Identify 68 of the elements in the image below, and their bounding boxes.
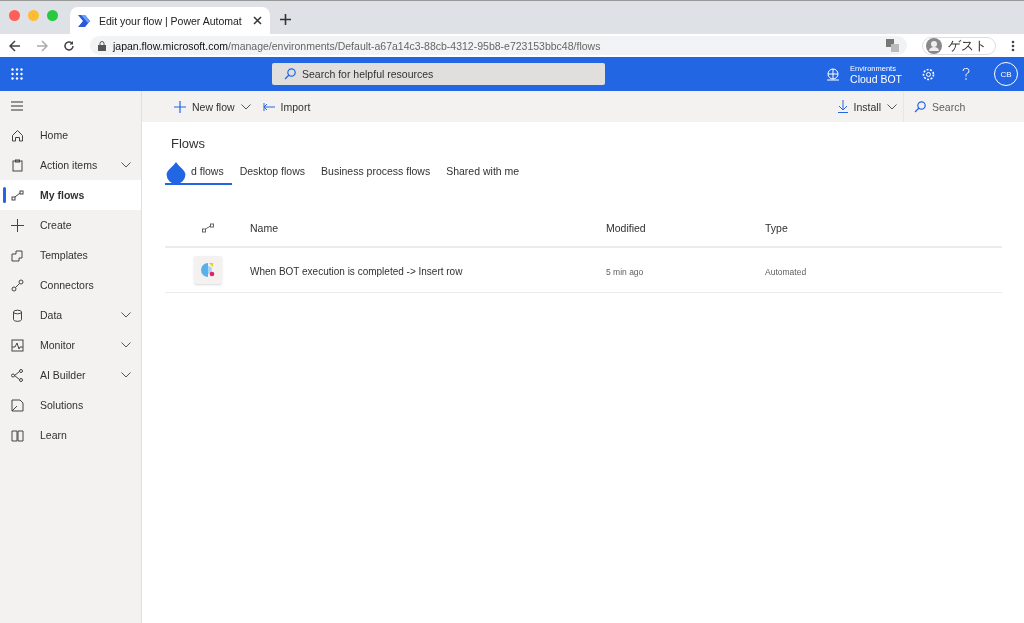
chevron-down-icon [121, 372, 131, 378]
browser-tab[interactable]: Edit your flow | Power Automat [70, 7, 270, 34]
data-icon [11, 308, 24, 322]
flow-icon [201, 223, 214, 233]
forward-icon[interactable] [36, 39, 48, 52]
monitor-icon [11, 338, 24, 352]
chevron-down-icon [121, 312, 131, 318]
tab[interactable]: d flows [165, 161, 232, 185]
sidebar-item[interactable]: Create [0, 210, 141, 240]
chevron-down-icon [887, 103, 897, 110]
sidebar-item[interactable]: Action items [0, 150, 141, 180]
table-cell: Automated [765, 267, 807, 277]
flow-icon [11, 188, 24, 202]
chevron-logo-icon [78, 14, 92, 27]
sidebar-item[interactable]: Connectors [0, 270, 141, 300]
sidebar-item[interactable]: Home [0, 120, 141, 150]
globe-icon[interactable] [826, 67, 841, 81]
search-icon [284, 68, 296, 80]
sidebar-item[interactable]: Data [0, 300, 141, 330]
environment-name[interactable]: Cloud BOT [850, 72, 902, 85]
table-cell: 5 min ago [606, 267, 644, 277]
sidebar-item[interactable]: My flows [0, 180, 141, 210]
lock-icon [98, 40, 106, 51]
sidebar-item[interactable]: Learn [0, 420, 141, 450]
tab[interactable]: Desktop flows [231, 161, 314, 185]
tab-title: Edit your flow | Power Automat [99, 14, 243, 27]
sidebar-item[interactable]: Solutions [0, 390, 141, 420]
more-icon[interactable] [1011, 39, 1015, 52]
tab[interactable]: Business process flows [313, 161, 439, 185]
settings-icon[interactable] [922, 67, 935, 81]
flow-name[interactable]: When BOT execution is completed -> Insert row [250, 266, 463, 277]
page-title: Flows [171, 136, 206, 151]
book-icon [11, 428, 24, 442]
back-icon[interactable] [9, 39, 21, 52]
new-tab-icon[interactable] [280, 14, 291, 25]
column-header[interactable]: Type [765, 222, 788, 234]
download-icon [837, 100, 848, 113]
app-launcher-icon[interactable] [11, 68, 23, 80]
search-icon [914, 101, 926, 113]
install-button[interactable]: Install [831, 91, 903, 122]
person-icon [926, 37, 942, 54]
import-icon [262, 102, 275, 111]
column-header[interactable]: Name [250, 222, 278, 234]
sidebar-item[interactable]: Monitor [0, 330, 141, 360]
clipboard-icon [11, 158, 24, 172]
connectors-icon [11, 278, 24, 292]
plus-icon [174, 100, 186, 113]
close-window-button[interactable] [9, 10, 20, 21]
sidebar-item[interactable]: AI Builder [0, 360, 141, 390]
drop-icon [166, 162, 186, 184]
home-icon [11, 128, 24, 142]
import-button[interactable]: Import [256, 91, 317, 122]
menu-icon[interactable] [11, 101, 23, 111]
templates-icon [11, 248, 24, 262]
plus-icon [11, 218, 24, 232]
close-icon[interactable] [253, 16, 262, 25]
search-field[interactable]: Search for helpful resources [272, 63, 605, 85]
tab[interactable]: Shared with me [438, 161, 528, 185]
sidebar-item[interactable]: Templates [0, 240, 141, 270]
column-header[interactable]: Modified [606, 222, 646, 234]
reload-icon[interactable] [63, 39, 75, 52]
help-icon[interactable] [962, 68, 970, 80]
chevron-down-icon [240, 103, 251, 110]
chevron-down-icon [121, 342, 131, 348]
new-flow-button[interactable]: New flow [168, 91, 257, 122]
chevron-down-icon [121, 162, 131, 168]
address-field[interactable]: japan.flow.microsoft.com/manage/environments/Default-a67a14c3-88cb-4312-95b8-e723153bbc48/flows [90, 36, 907, 55]
flow-app-icon [193, 256, 222, 284]
